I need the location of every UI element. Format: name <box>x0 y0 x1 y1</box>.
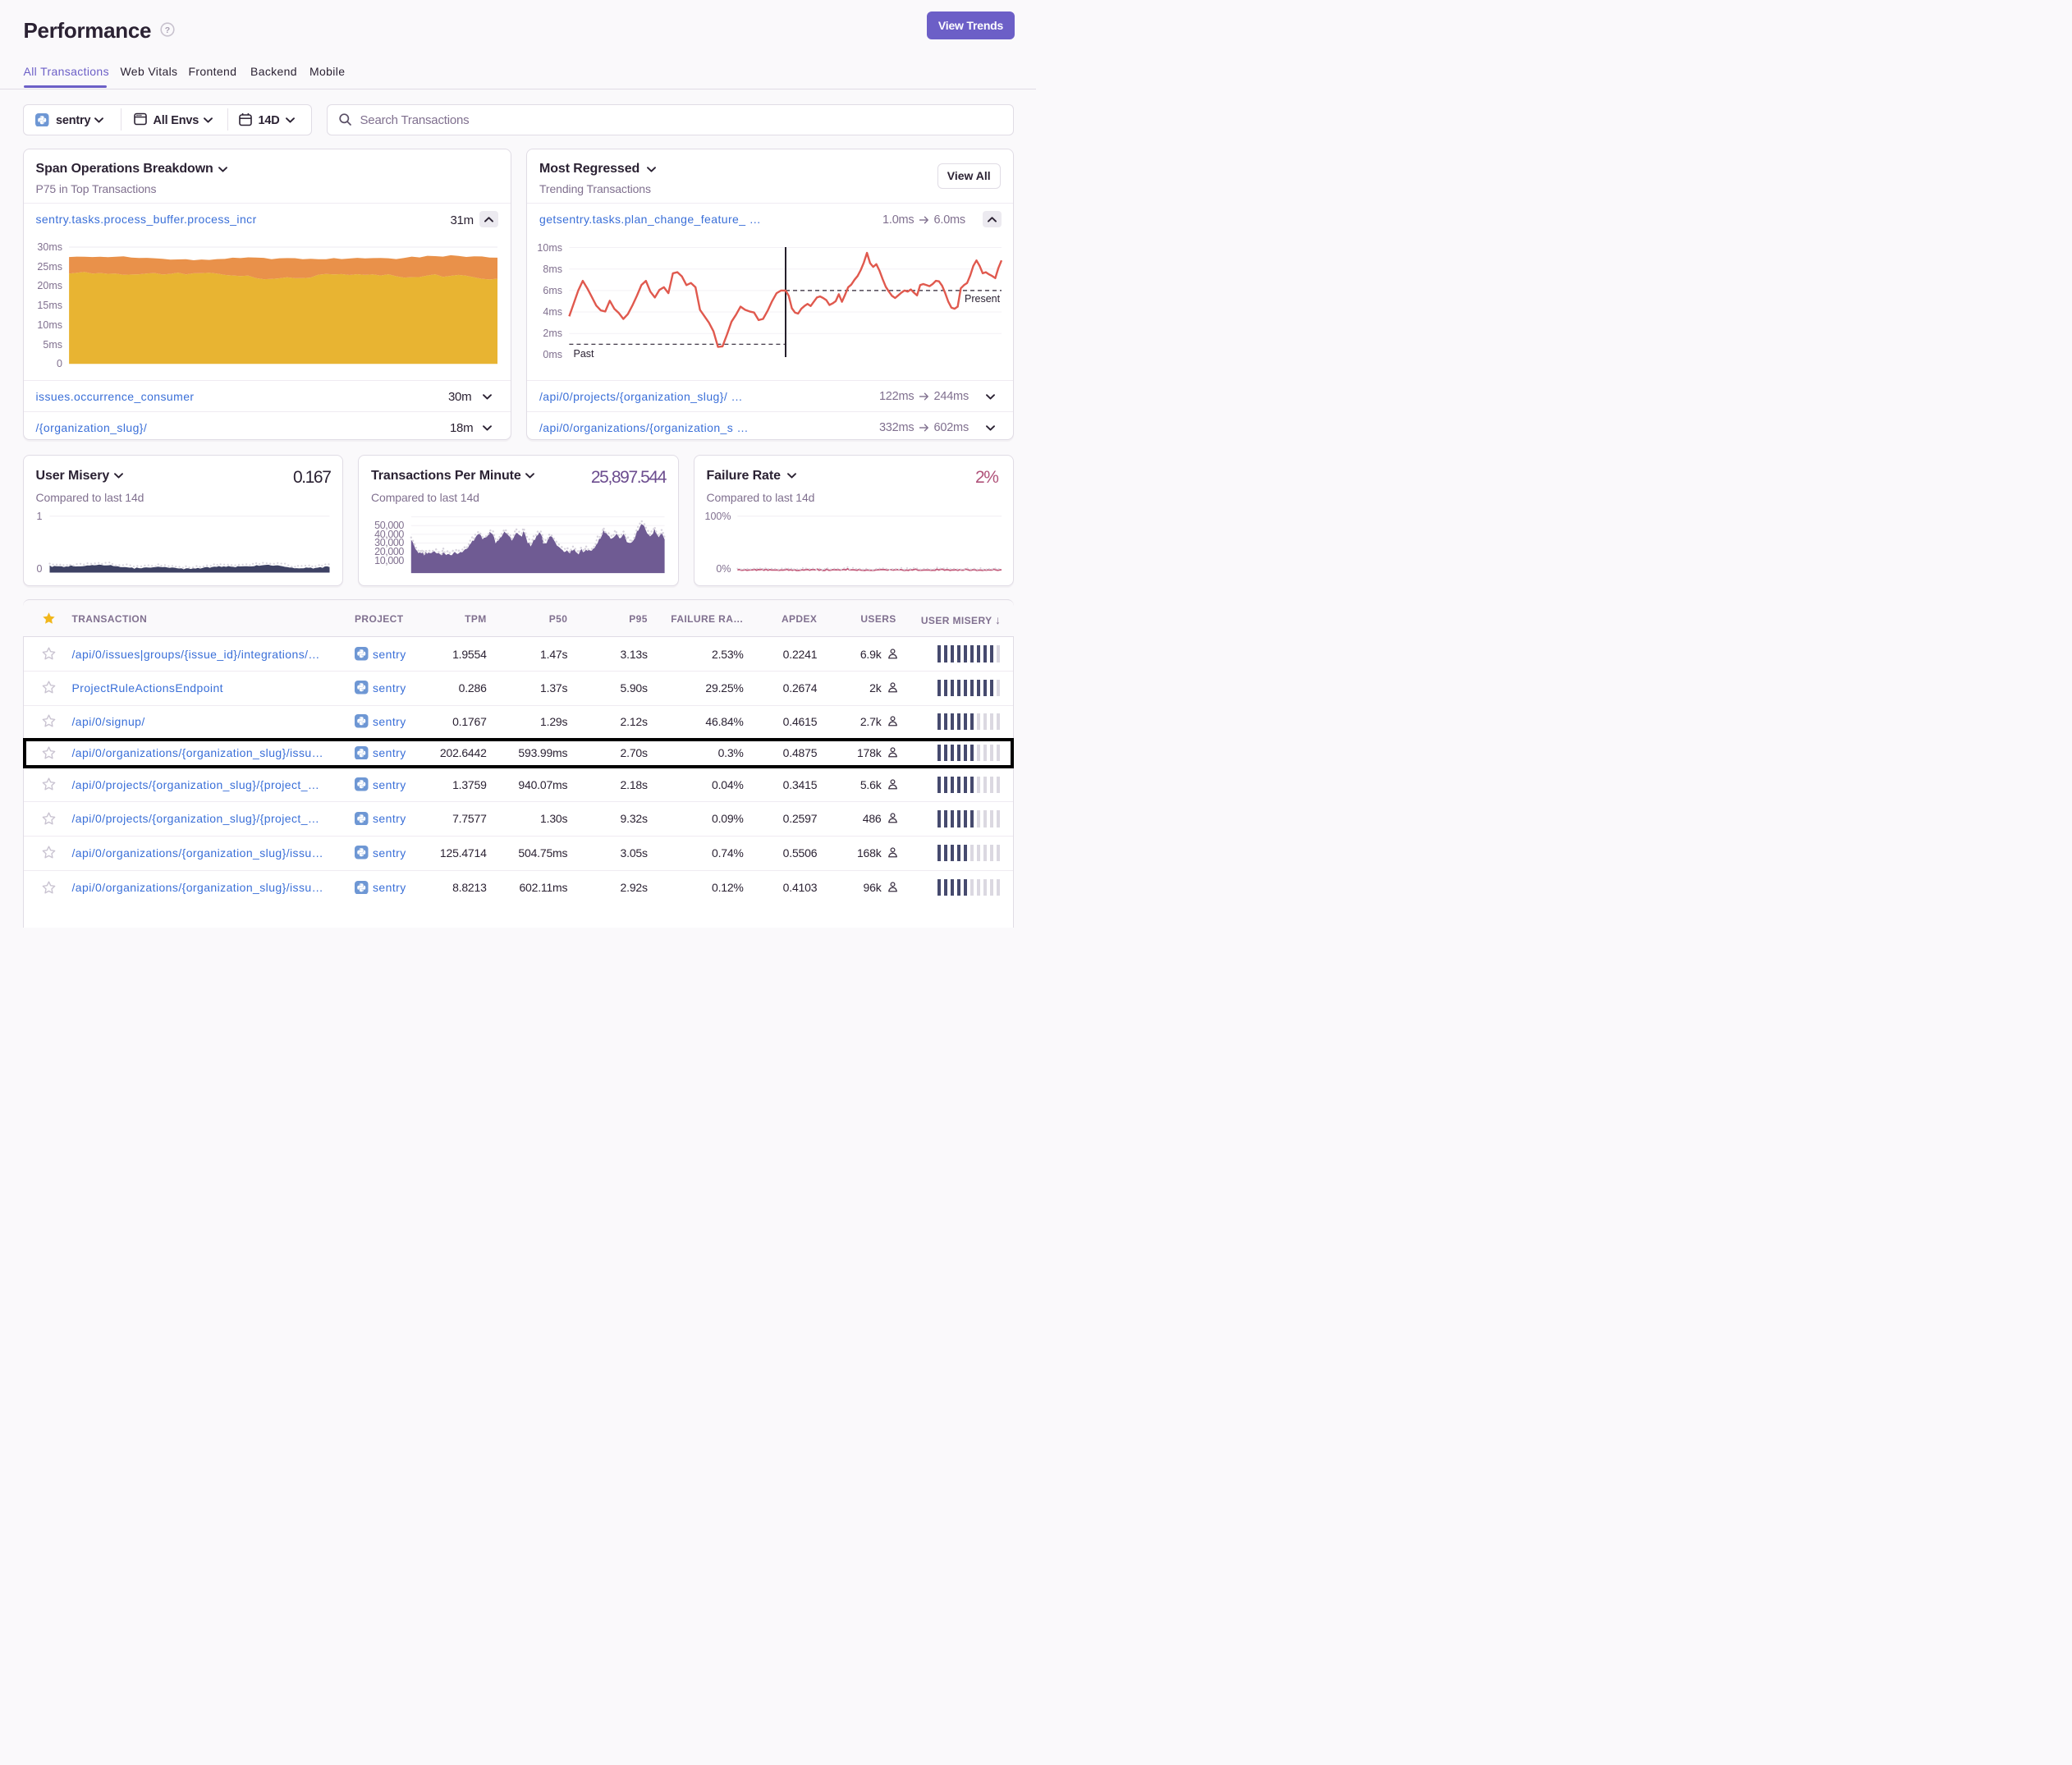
svg-text:?: ? <box>165 25 170 35</box>
